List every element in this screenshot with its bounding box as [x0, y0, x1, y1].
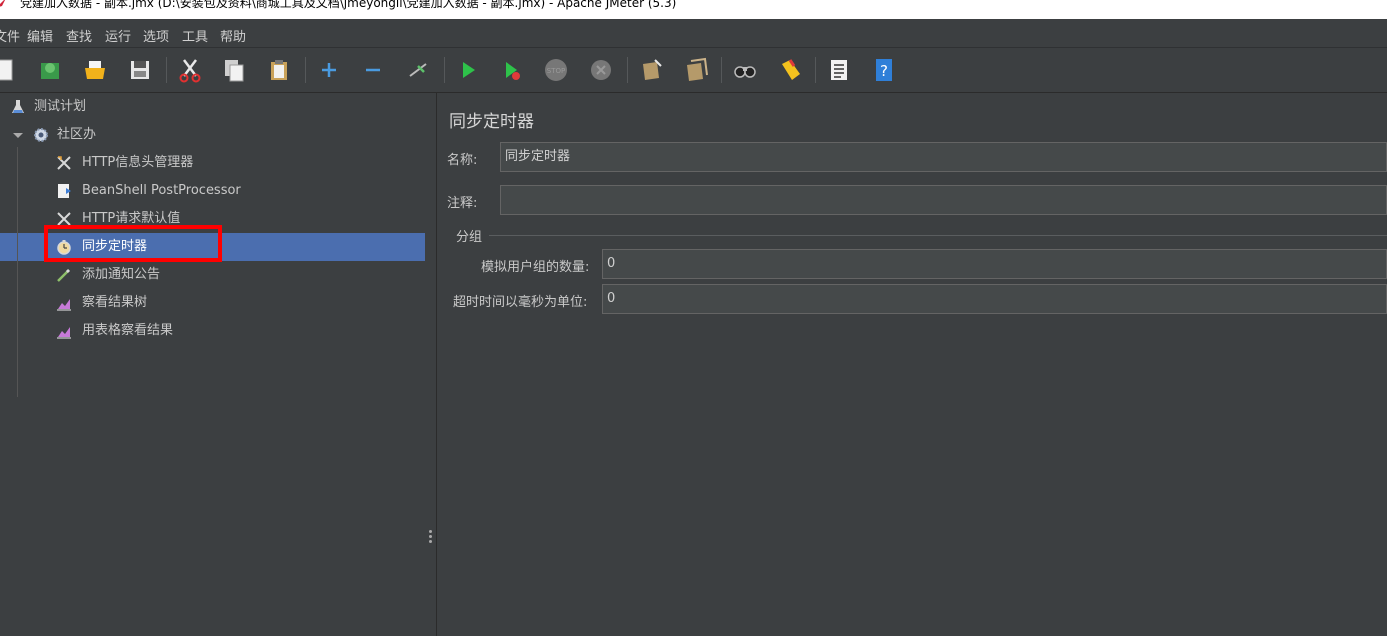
tree-node-beanshell-postprocessor[interactable]: BeanShell PostProcessor	[54, 177, 414, 205]
panel-title: 同步定时器	[449, 112, 534, 132]
cut-icon[interactable]	[176, 56, 204, 84]
expand-icon[interactable]	[315, 56, 343, 84]
tree-node-label: 社区办	[57, 127, 97, 142]
toolbar-separator	[166, 57, 167, 83]
stop-icon[interactable]: STOP	[542, 56, 570, 84]
toolbar-separator	[815, 57, 816, 83]
gear-icon	[33, 127, 49, 143]
svg-text:STOP: STOP	[547, 67, 565, 75]
timeout-field[interactable]: 0	[602, 284, 1387, 314]
group-section-label: 分组	[456, 230, 483, 245]
flask-icon	[10, 99, 26, 115]
menu-search[interactable]: 查找	[66, 26, 92, 45]
copy-icon[interactable]	[220, 56, 248, 84]
search-icon[interactable]	[731, 56, 759, 84]
tree-node-label: 添加通知公告	[82, 267, 161, 282]
shutdown-icon[interactable]	[587, 56, 615, 84]
clear-icon[interactable]	[637, 56, 665, 84]
svg-text:?: ?	[880, 62, 888, 80]
function-helper-icon[interactable]	[825, 56, 853, 84]
new-icon[interactable]	[0, 56, 20, 84]
users-count-field[interactable]: 0	[602, 249, 1387, 279]
open-icon[interactable]	[81, 56, 109, 84]
tree-node-label: 察看结果树	[82, 295, 148, 310]
annotation-highlight-box	[44, 225, 222, 262]
toolbar-separator	[721, 57, 722, 83]
pipette-icon	[56, 267, 72, 283]
tree-node-label: 用表格察看结果	[82, 323, 174, 338]
reset-search-icon[interactable]	[776, 56, 804, 84]
chart-icon	[56, 295, 72, 311]
toggle-icon[interactable]	[404, 56, 432, 84]
toolbar-separator	[444, 57, 445, 83]
help-icon[interactable]: ?	[870, 56, 898, 84]
splitter-grip	[429, 535, 432, 538]
chevron-down-icon[interactable]	[10, 127, 26, 143]
splitter-grip	[429, 530, 432, 533]
menu-run[interactable]: 运行	[105, 26, 131, 45]
clear-all-icon[interactable]	[682, 56, 710, 84]
start-no-pause-icon[interactable]	[498, 56, 526, 84]
element-config-panel: 同步定时器 名称: 同步定时器 注释: 分组 模拟用户组的数量: 0 超时时间以…	[437, 93, 1387, 636]
toolbar: STOP ?	[0, 48, 1387, 93]
menu-bar: 文件 编辑 查找 运行 选项 工具 帮助	[0, 19, 1387, 48]
tree-node-http-header-manager[interactable]: HTTP信息头管理器	[54, 149, 414, 177]
menu-options[interactable]: 选项	[143, 26, 169, 45]
test-plan-tree: 测试计划 社区办 HTTP信息头管理器 BeanShell PostProces…	[0, 93, 425, 636]
menu-tools[interactable]: 工具	[182, 26, 208, 45]
users-count-label: 模拟用户组的数量:	[481, 260, 590, 275]
script-icon	[56, 183, 72, 199]
tree-node-label: BeanShell PostProcessor	[82, 183, 241, 198]
menu-help[interactable]: 帮助	[220, 26, 246, 45]
tree-node-test-plan[interactable]: 测试计划	[10, 93, 410, 121]
chart-icon	[56, 323, 72, 339]
collapse-icon[interactable]	[359, 56, 387, 84]
templates-icon[interactable]	[36, 56, 64, 84]
paste-icon[interactable]	[265, 56, 293, 84]
tree-node-view-results-tree[interactable]: 察看结果树	[54, 289, 414, 317]
tree-node-view-results-table[interactable]: 用表格察看结果	[54, 317, 414, 345]
tree-node-label: 测试计划	[34, 99, 87, 114]
comment-field[interactable]	[500, 185, 1387, 215]
tree-guide-line	[17, 147, 18, 397]
name-field[interactable]: 同步定时器	[500, 142, 1387, 172]
jmeter-feather-icon	[0, 0, 5, 7]
menu-file[interactable]: 文件	[0, 26, 20, 45]
save-icon[interactable]	[126, 56, 154, 84]
toolbar-separator	[627, 57, 628, 83]
split-pane-divider[interactable]	[425, 93, 437, 636]
tree-node-label: HTTP信息头管理器	[82, 155, 194, 170]
name-label: 名称:	[447, 153, 478, 168]
wrench-icon	[56, 155, 72, 171]
menu-edit[interactable]: 编辑	[27, 26, 53, 45]
window-title: 党建加入数据 - 副本.jmx (D:\安装包及资料\商城工具及文档\jmeyo…	[20, 0, 677, 10]
tree-node-thread-group[interactable]: 社区办	[10, 121, 410, 149]
comment-label: 注释:	[447, 196, 478, 211]
splitter-grip	[429, 540, 432, 543]
timeout-label: 超时时间以毫秒为单位:	[453, 295, 588, 310]
window-title-bar: 党建加入数据 - 副本.jmx (D:\安装包及资料\商城工具及文档\jmeyo…	[0, 0, 1387, 19]
start-icon[interactable]	[454, 56, 482, 84]
tree-node-add-notice[interactable]: 添加通知公告	[54, 261, 414, 289]
toolbar-separator	[305, 57, 306, 83]
group-section-divider	[489, 235, 1387, 236]
